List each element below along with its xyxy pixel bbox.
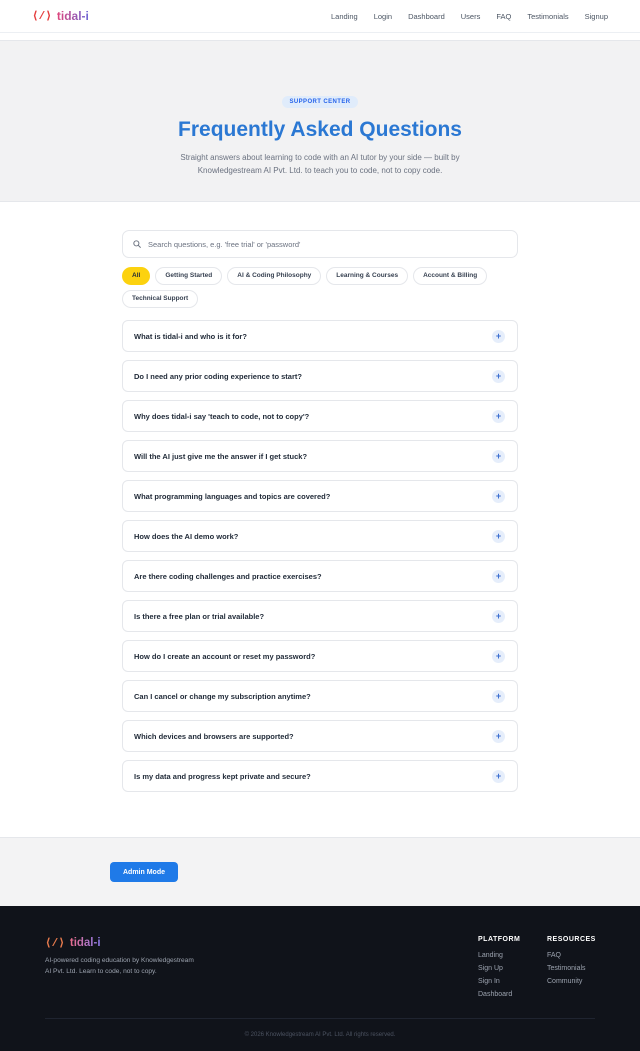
hero-section: SUPPORT CENTER Frequently Asked Question… bbox=[0, 40, 640, 202]
plus-icon[interactable]: + bbox=[492, 569, 505, 583]
plus-icon[interactable]: + bbox=[492, 409, 505, 423]
footer-link-signup[interactable]: Sign Up bbox=[478, 962, 520, 975]
category-chip-learning-courses[interactable]: Learning & Courses bbox=[326, 267, 409, 285]
footer: ⟨/⟩ tidal-i AI-powered coding education … bbox=[0, 906, 640, 1051]
faq-item[interactable]: How does the AI demo work? + bbox=[122, 520, 518, 552]
faq-question: Do I need any prior coding experience to… bbox=[134, 371, 302, 381]
faq-question: Will the AI just give me the answer if I… bbox=[134, 451, 308, 461]
faq-question: What is tidal-i and who is it for? bbox=[134, 331, 247, 341]
plus-icon[interactable]: + bbox=[492, 529, 505, 543]
footer-link-faq[interactable]: FAQ bbox=[547, 949, 596, 962]
search-icon bbox=[133, 240, 141, 248]
footer-link-community[interactable]: Community bbox=[547, 975, 596, 988]
plus-icon[interactable]: + bbox=[492, 689, 505, 703]
faq-item[interactable]: Do I need any prior coding experience to… bbox=[122, 360, 518, 392]
footer-description: AI-powered coding education by Knowledge… bbox=[45, 957, 194, 975]
faq-question: Is my data and progress kept private and… bbox=[134, 771, 311, 781]
plus-icon[interactable]: + bbox=[492, 769, 505, 783]
search-input[interactable] bbox=[148, 239, 507, 249]
support-center-badge: SUPPORT CENTER bbox=[281, 96, 359, 108]
faq-question: How do I create an account or reset my p… bbox=[134, 651, 316, 661]
plus-icon[interactable]: + bbox=[492, 449, 505, 463]
code-brackets-icon: ⟨/⟩ bbox=[45, 938, 65, 950]
plus-icon[interactable]: + bbox=[492, 609, 505, 623]
category-chip-ai-coding-philosophy[interactable]: AI & Coding Philosophy bbox=[227, 267, 322, 285]
faq-question: Why does tidal-i say 'teach to code, not… bbox=[134, 411, 310, 421]
search-box[interactable] bbox=[122, 230, 518, 258]
faq-question: Which devices and browsers are supported… bbox=[134, 731, 294, 741]
brand-logo[interactable]: ⟨/⟩ tidal-i bbox=[32, 9, 89, 23]
page-subtitle: Straight answers about learning to code … bbox=[180, 153, 460, 175]
admin-section: Admin Mode bbox=[0, 837, 640, 906]
faq-item[interactable]: Is my data and progress kept private and… bbox=[122, 760, 518, 792]
faq-item[interactable]: Why does tidal-i say 'teach to code, not… bbox=[122, 400, 518, 432]
nav-link-users[interactable]: Users bbox=[461, 12, 481, 21]
footer-resources-column: RESOURCES FAQ Testimonials Community bbox=[547, 936, 596, 988]
nav-link-testimonials[interactable]: Testimonials bbox=[527, 12, 568, 21]
faq-item[interactable]: What is tidal-i and who is it for? + bbox=[122, 320, 518, 352]
category-chip-technical-support[interactable]: Technical Support bbox=[122, 290, 199, 308]
footer-copyright: © 2026 Knowledgestream AI Pvt. Ltd. All … bbox=[244, 1032, 396, 1038]
faq-item[interactable]: Can I cancel or change my subscription a… bbox=[122, 680, 518, 712]
plus-icon[interactable]: + bbox=[492, 729, 505, 743]
faq-item[interactable]: How do I create an account or reset my p… bbox=[122, 640, 518, 672]
faq-item[interactable]: Will the AI just give me the answer if I… bbox=[122, 440, 518, 472]
plus-icon[interactable]: + bbox=[492, 369, 505, 383]
footer-brand-name: tidal-i bbox=[69, 937, 101, 949]
nav-link-login[interactable]: Login bbox=[374, 12, 392, 21]
faq-question: How does the AI demo work? bbox=[134, 531, 239, 541]
plus-icon[interactable]: + bbox=[492, 649, 505, 663]
nav-link-dashboard[interactable]: Dashboard bbox=[408, 12, 445, 21]
nav-links: Landing Login Dashboard Users FAQ Testim… bbox=[315, 12, 608, 21]
plus-icon[interactable]: + bbox=[492, 489, 505, 503]
footer-link-signin[interactable]: Sign In bbox=[478, 975, 520, 988]
footer-resources-heading: RESOURCES bbox=[547, 936, 596, 943]
faq-item[interactable]: What programming languages and topics ar… bbox=[122, 480, 518, 512]
footer-link-dashboard[interactable]: Dashboard bbox=[478, 988, 520, 1001]
faq-item[interactable]: Is there a free plan or trial available?… bbox=[122, 600, 518, 632]
faq-question: Are there coding challenges and practice… bbox=[134, 571, 322, 581]
footer-divider bbox=[45, 1018, 595, 1019]
page-title: Frequently Asked Questions bbox=[178, 118, 462, 141]
top-nav: ⟨/⟩ tidal-i Landing Login Dashboard User… bbox=[0, 0, 640, 33]
footer-platform-heading: PLATFORM bbox=[478, 936, 521, 943]
faq-main: All Getting Started AI & Coding Philosop… bbox=[122, 230, 518, 792]
brand-name: tidal-i bbox=[56, 9, 89, 23]
nav-link-faq[interactable]: FAQ bbox=[496, 12, 511, 21]
faq-item[interactable]: Are there coding challenges and practice… bbox=[122, 560, 518, 592]
footer-brand[interactable]: ⟨/⟩ tidal-i bbox=[45, 936, 101, 950]
category-chip-account-billing[interactable]: Account & Billing bbox=[413, 267, 488, 285]
plus-icon[interactable]: + bbox=[492, 329, 505, 343]
footer-link-testimonials[interactable]: Testimonials bbox=[547, 962, 596, 975]
code-brackets-icon: ⟨/⟩ bbox=[32, 11, 52, 23]
nav-link-landing[interactable]: Landing bbox=[331, 12, 358, 21]
faq-item[interactable]: Which devices and browsers are supported… bbox=[122, 720, 518, 752]
faq-question: What programming languages and topics ar… bbox=[134, 491, 331, 501]
nav-link-signup[interactable]: Signup bbox=[585, 12, 608, 21]
faq-question: Is there a free plan or trial available? bbox=[134, 611, 265, 621]
category-chip-getting-started[interactable]: Getting Started bbox=[155, 267, 223, 285]
category-chip-all[interactable]: All bbox=[122, 267, 151, 285]
category-filters: All Getting Started AI & Coding Philosop… bbox=[122, 267, 518, 308]
footer-link-landing[interactable]: Landing bbox=[478, 949, 520, 962]
faq-list: What is tidal-i and who is it for? + Do I… bbox=[122, 320, 518, 792]
admin-mode-button[interactable]: Admin Mode bbox=[110, 862, 178, 882]
faq-question: Can I cancel or change my subscription a… bbox=[134, 691, 311, 701]
footer-platform-column: PLATFORM Landing Sign Up Sign In Dashboa… bbox=[478, 936, 520, 1001]
